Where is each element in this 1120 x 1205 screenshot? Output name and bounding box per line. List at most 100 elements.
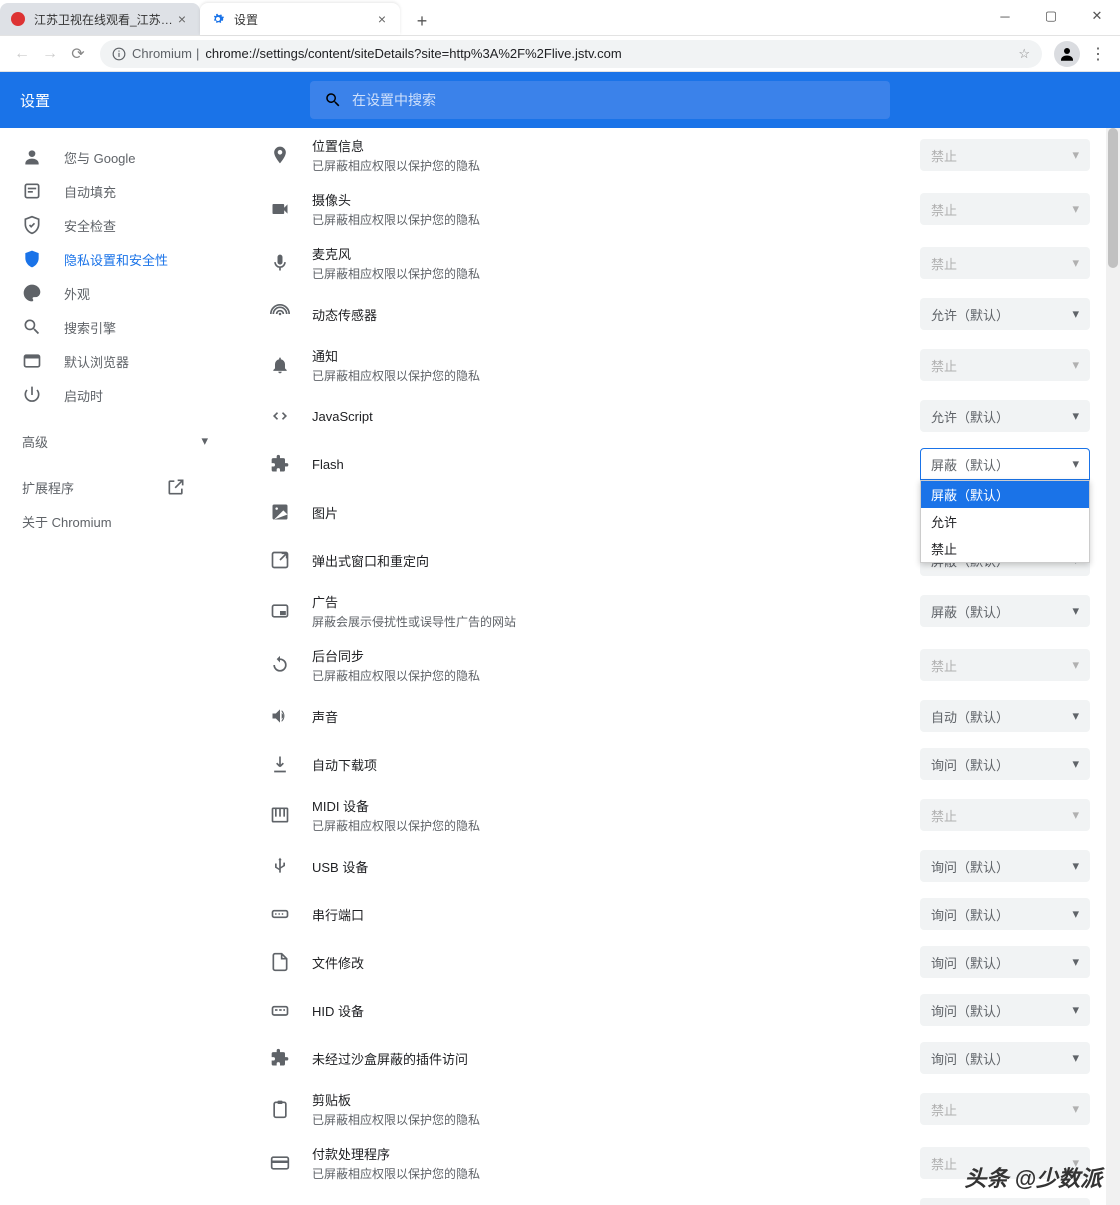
tab-1[interactable]: 设置 × [200, 3, 400, 35]
chevron-down-icon: ▾ [1072, 954, 1079, 970]
permission-select[interactable]: 询问（默认）▾ [920, 898, 1090, 930]
permission-select[interactable]: 询问（默认）▾ [920, 1042, 1090, 1074]
permission-select[interactable]: 屏蔽（默认）▾ [920, 448, 1090, 480]
permission-label: 后台同步 [312, 646, 920, 665]
menu-button[interactable]: ⋮ [1084, 44, 1112, 64]
page-title: 设置 [20, 90, 50, 111]
close-icon[interactable]: × [374, 11, 390, 27]
permission-subtitle: 已屏蔽相应权限以保护您的隐私 [312, 157, 920, 174]
motion-icon [270, 304, 290, 324]
permission-select[interactable]: 禁止▾ [920, 799, 1090, 831]
chevron-down-icon: ▾ [1072, 1002, 1079, 1018]
download-icon [270, 754, 290, 774]
chevron-down-icon: ▾ [1072, 456, 1079, 472]
permission-select[interactable]: 允许（默认）▾ [920, 298, 1090, 330]
forward-button[interactable]: → [36, 40, 64, 68]
gear-icon [210, 11, 226, 27]
chevron-down-icon: ▾ [1072, 603, 1079, 619]
search-input[interactable] [352, 92, 876, 108]
permission-label: HID 设备 [312, 1001, 920, 1020]
permission-select[interactable]: 屏蔽（默认）▾ [920, 595, 1090, 627]
dropdown-option-2[interactable]: 禁止 [921, 535, 1089, 562]
scrollbar-thumb[interactable] [1108, 128, 1118, 268]
chevron-down-icon: ▾ [1072, 357, 1079, 373]
permission-select[interactable]: 禁止▾ [920, 649, 1090, 681]
permission-select[interactable]: 禁止▾ [920, 1093, 1090, 1125]
power-icon [22, 385, 42, 405]
sidebar-label: 启动时 [64, 386, 103, 405]
permission-dropdown[interactable]: 屏蔽（默认）允许禁止 [920, 480, 1090, 563]
dropdown-option-1[interactable]: 允许 [921, 508, 1089, 535]
dropdown-option-0[interactable]: 屏蔽（默认） [921, 481, 1089, 508]
sidebar-item-6[interactable]: 默认浏览器 [0, 344, 232, 378]
maximize-button[interactable]: ▢ [1028, 0, 1074, 32]
payment-icon [270, 1153, 290, 1173]
sidebar-about[interactable]: 关于 Chromium [0, 504, 232, 538]
autofill-icon [22, 181, 42, 201]
sync-icon [270, 655, 290, 675]
sidebar-item-2[interactable]: 安全检查 [0, 208, 232, 242]
permission-label: USB 设备 [312, 857, 920, 876]
content-area: 您与 Google 自动填充安全检查隐私设置和安全性外观搜索引擎默认浏览器启动时高… [0, 128, 1120, 1205]
permission-select[interactable]: 询问（默认）▾ [920, 946, 1090, 978]
sidebar-item-3[interactable]: 隐私设置和安全性 [0, 242, 232, 276]
sidebar-advanced[interactable]: 高级▾ [0, 424, 232, 458]
close-icon[interactable]: × [174, 11, 190, 27]
permission-select[interactable]: 自动（默认）▾ [920, 700, 1090, 732]
minimize-button[interactable]: ─ [982, 0, 1028, 32]
chevron-down-icon: ▾ [1072, 708, 1079, 724]
permission-select[interactable]: 禁止▾ [920, 139, 1090, 171]
tab-0[interactable]: 江苏卫视在线观看_江苏电视台直 × [0, 3, 200, 35]
sidebar-label: 安全检查 [64, 216, 116, 235]
serial-icon [270, 904, 290, 924]
permission-row-13: MIDI 设备已屏蔽相应权限以保护您的隐私禁止▾ [262, 788, 1090, 842]
sidebar-item-7[interactable]: 启动时 [0, 378, 232, 412]
sidebar-item-1[interactable]: 自动填充 [0, 174, 232, 208]
chevron-down-icon: ▾ [1072, 306, 1079, 322]
settings-search[interactable] [310, 81, 890, 119]
sidebar-label: 默认浏览器 [64, 352, 129, 371]
sidebar-item-5[interactable]: 搜索引擎 [0, 310, 232, 344]
permission-select[interactable]: 询问（默认）▾ [920, 994, 1090, 1026]
permission-label: 弹出式窗口和重定向 [312, 551, 920, 570]
sidebar-label: 您与 Google [64, 148, 136, 167]
shield-icon [22, 249, 42, 269]
browser-toolbar: ← → ⟳ Chromium | chrome://settings/conte… [0, 36, 1120, 72]
permission-label: MIDI 设备 [312, 796, 920, 815]
ad-icon [270, 601, 290, 621]
permission-label: 位置信息 [312, 136, 920, 155]
permission-row-4: 通知已屏蔽相应权限以保护您的隐私禁止▾ [262, 338, 1090, 392]
sidebar-extensions[interactable]: 扩展程序 [0, 470, 232, 504]
sidebar-item-0[interactable]: 您与 Google [0, 140, 232, 174]
vertical-scrollbar[interactable] [1106, 128, 1120, 1205]
bookmark-icon[interactable]: ☆ [1018, 46, 1030, 62]
permission-select[interactable]: 询问（默认）▾ [920, 748, 1090, 780]
permission-label: 摄像头 [312, 190, 920, 209]
permission-label: 文件修改 [312, 953, 920, 972]
permission-row-18: 未经过沙盒屏蔽的插件访问询问（默认）▾ [262, 1034, 1090, 1082]
new-tab-button[interactable]: + [408, 7, 436, 35]
permission-row-11: 声音自动（默认）▾ [262, 692, 1090, 740]
chevron-down-icon: ▾ [1072, 906, 1079, 922]
sidebar-item-4[interactable]: 外观 [0, 276, 232, 310]
permission-subtitle: 已屏蔽相应权限以保护您的隐私 [312, 1165, 920, 1182]
permission-select[interactable]: 禁止▾ [920, 247, 1090, 279]
address-bar[interactable]: Chromium | chrome://settings/content/sit… [100, 40, 1042, 68]
permission-subtitle: 已屏蔽相应权限以保护您的隐私 [312, 211, 920, 228]
permission-select[interactable]: 允许（默认）▾ [920, 400, 1090, 432]
permission-select[interactable]: ▾ [920, 1198, 1090, 1205]
permission-select[interactable]: 禁止▾ [920, 349, 1090, 381]
profile-button[interactable] [1054, 41, 1080, 67]
back-button[interactable]: ← [8, 40, 36, 68]
reload-button[interactable]: ⟳ [64, 40, 92, 68]
permission-select[interactable]: 询问（默认）▾ [920, 850, 1090, 882]
close-button[interactable]: ✕ [1074, 0, 1120, 32]
permission-select[interactable]: 禁止▾ [920, 193, 1090, 225]
chevron-down-icon: ▾ [1072, 756, 1079, 772]
clipboard-icon [270, 1099, 290, 1119]
permission-label: 未经过沙盒屏蔽的插件访问 [312, 1049, 920, 1068]
browser-icon [22, 351, 42, 371]
permission-row-15: 串行端口询问（默认）▾ [262, 890, 1090, 938]
permission-label: 广告 [312, 592, 920, 611]
permission-row-9: 广告屏蔽会展示侵扰性或误导性广告的网站屏蔽（默认）▾ [262, 584, 1090, 638]
